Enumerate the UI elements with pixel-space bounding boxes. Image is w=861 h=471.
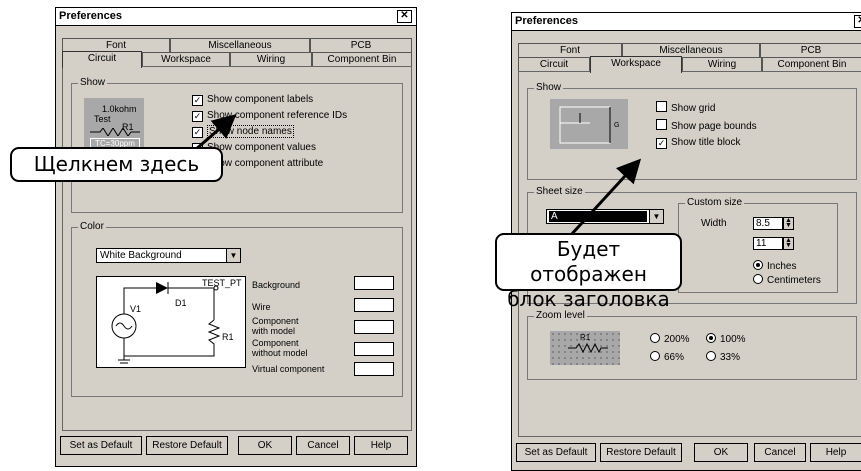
callout-title-block: Будет отображен блок заголовка — [495, 233, 682, 311]
annotation-arrows — [194, 114, 642, 238]
arrow-to-title-block — [568, 158, 642, 238]
callout-click-here: Щелкнем здесь — [10, 147, 223, 182]
arrow-to-node-names — [194, 114, 237, 152]
callout-line-1: Будет отображен — [530, 237, 647, 286]
callout-line-2: блок заголовка — [507, 287, 670, 311]
